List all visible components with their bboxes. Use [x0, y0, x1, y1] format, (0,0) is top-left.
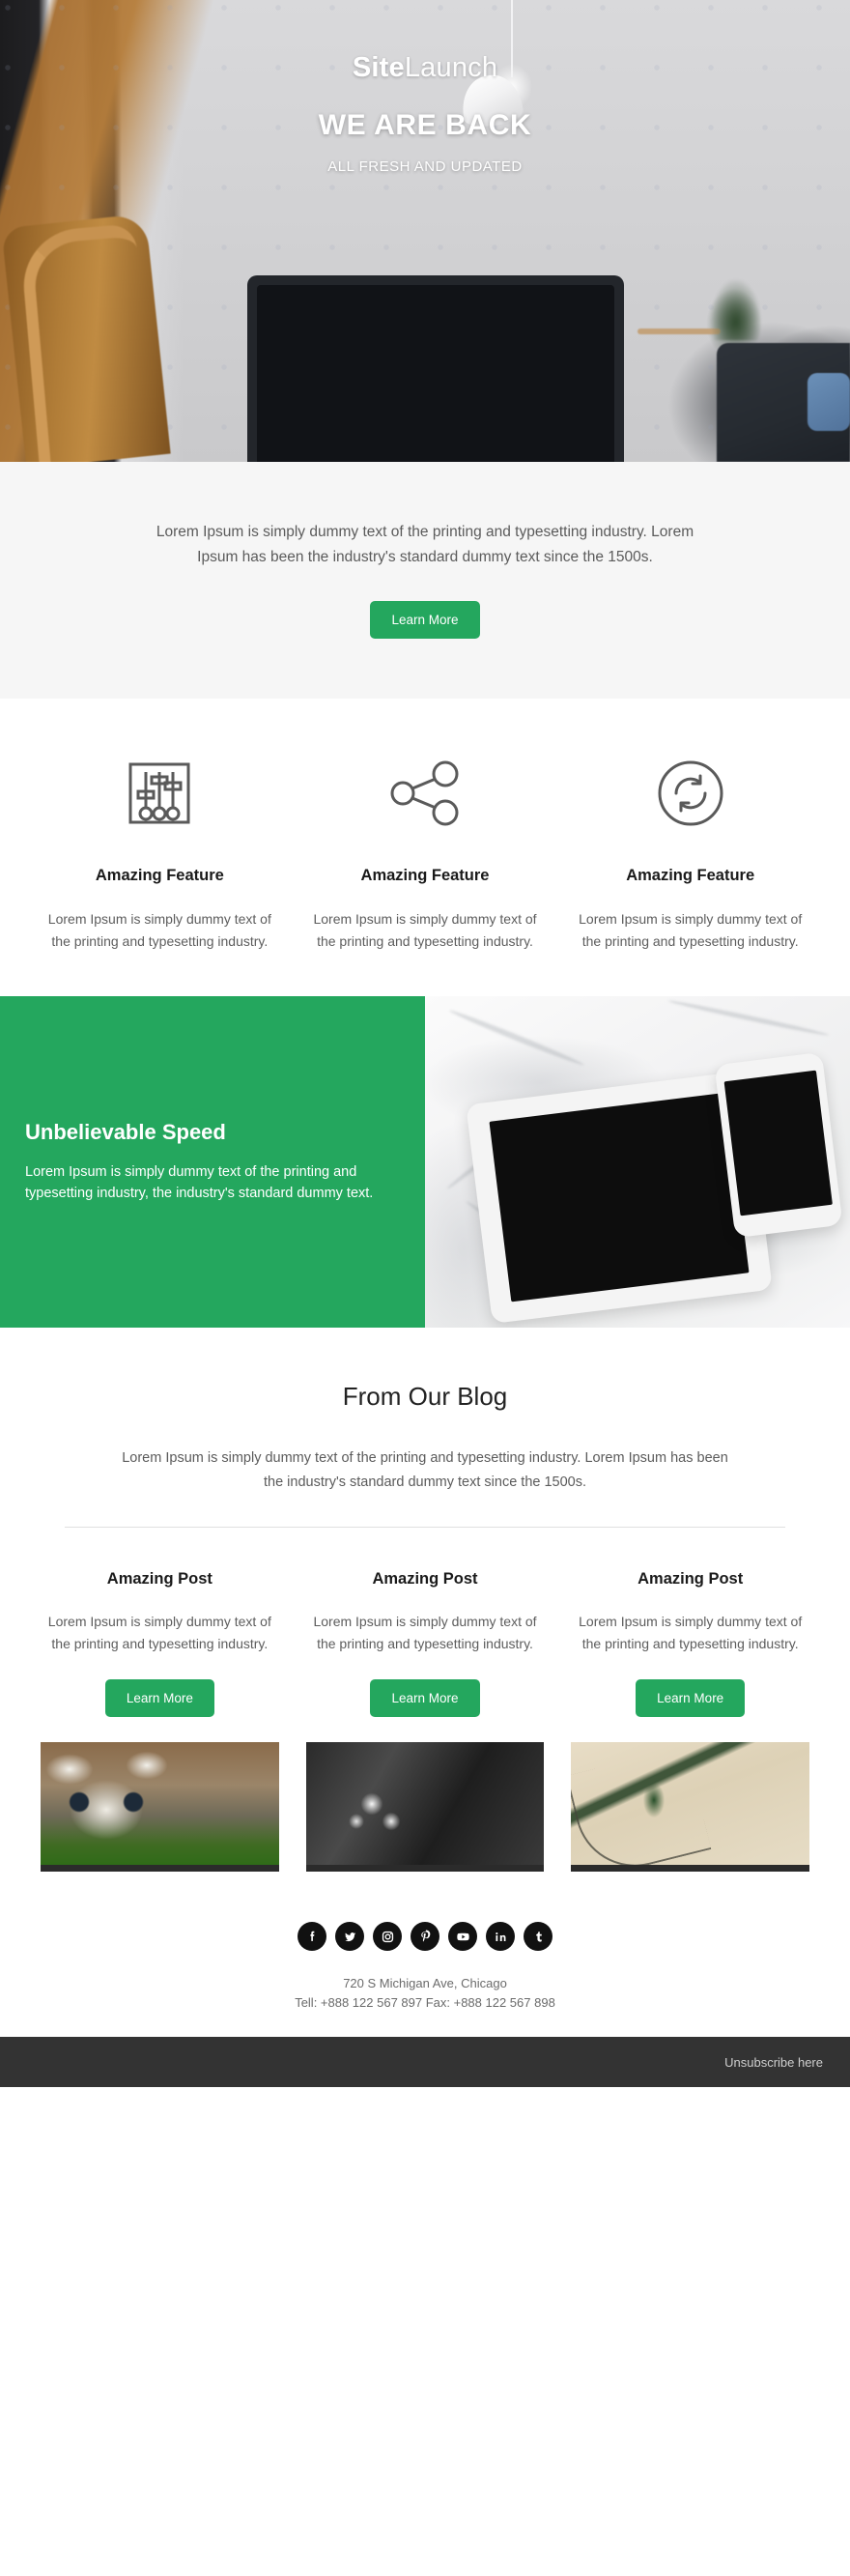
linkedin-icon[interactable]	[486, 1922, 515, 1952]
footer-section: 720 S Michigan Ave, Chicago Tell: +888 1…	[0, 1872, 850, 2038]
bottom-bar: Unsubscribe here	[0, 2037, 850, 2088]
refresh-sync-circle-icon	[571, 749, 809, 838]
blog-post-image-1	[41, 1742, 279, 1873]
blog-post-title-3: Amazing Post	[638, 1570, 744, 1589]
blog-post-image-2	[305, 1742, 545, 1873]
features-section: Amazing Feature Lorem Ipsum is simply du…	[0, 699, 850, 997]
feature-column-1: Amazing Feature Lorem Ipsum is simply du…	[27, 749, 293, 952]
blog-post-text-1: Lorem Ipsum is simply dummy text of the …	[47, 1614, 271, 1651]
hero-headline: WE ARE BACK	[318, 109, 532, 141]
blog-post-title-1: Amazing Post	[106, 1570, 212, 1589]
feature-text-1: Lorem Ipsum is simply dummy text of the …	[47, 911, 271, 949]
intro-paragraph: Lorem Ipsum is simply dummy text of the …	[156, 524, 694, 566]
phone-screen	[723, 1071, 833, 1216]
blog-post-3: Amazing Post Lorem Ipsum is simply dummy…	[557, 1570, 823, 1873]
brand-logo-bold: Site	[352, 52, 405, 83]
blog-post-learn-more-button-1[interactable]: Learn More	[104, 1679, 214, 1718]
intro-section: Lorem Ipsum is simply dummy text of the …	[0, 462, 850, 700]
equalizer-sliders-icon	[41, 749, 279, 838]
blog-post-button-wrap-3: Learn More	[571, 1679, 809, 1718]
brand-logo-light: Launch	[404, 52, 498, 83]
feature-column-2: Amazing Feature Lorem Ipsum is simply du…	[293, 749, 558, 952]
marble-vein	[448, 1008, 585, 1069]
feature-title-1: Amazing Feature	[95, 867, 224, 885]
unsubscribe-link[interactable]: Unsubscribe here	[724, 2055, 823, 2070]
feature-title-3: Amazing Feature	[626, 867, 755, 885]
hero-section: SiteLaunch WE ARE BACK ALL FRESH AND UPD…	[0, 0, 850, 462]
footer-address-line-1: 720 S Michigan Ave, Chicago	[343, 1976, 507, 1991]
feature-title-2: Amazing Feature	[360, 867, 490, 885]
blog-post-learn-more-button-2[interactable]: Learn More	[370, 1679, 480, 1718]
feature-text-2: Lorem Ipsum is simply dummy text of the …	[313, 911, 537, 949]
blog-post-text-2: Lorem Ipsum is simply dummy text of the …	[313, 1614, 537, 1651]
blog-posts-row: Amazing Post Lorem Ipsum is simply dummy…	[0, 1528, 850, 1873]
email-template-page: SiteLaunch WE ARE BACK ALL FRESH AND UPD…	[0, 0, 850, 2576]
hero-subheadline: ALL FRESH AND UPDATED	[327, 158, 523, 175]
marble-vein	[667, 998, 830, 1039]
social-links-row	[0, 1922, 850, 1952]
pinterest-icon[interactable]	[411, 1922, 439, 1952]
blog-post-button-wrap-2: Learn More	[306, 1679, 545, 1718]
phone-device	[714, 1052, 843, 1239]
blog-section: From Our Blog Lorem Ipsum is simply dumm…	[0, 1328, 850, 1873]
brand-logo: SiteLaunch	[0, 52, 850, 84]
blog-post-title-2: Amazing Post	[372, 1570, 478, 1589]
speed-banner-section: Unbelievable Speed Lorem Ipsum is simply…	[0, 996, 850, 1329]
intro-learn-more-button[interactable]: Learn More	[370, 601, 480, 640]
speed-text-panel: Unbelievable Speed Lorem Ipsum is simply…	[0, 996, 425, 1329]
blog-post-1: Amazing Post Lorem Ipsum is simply dummy…	[27, 1570, 293, 1873]
tablet-screen	[489, 1092, 750, 1302]
twitter-icon[interactable]	[335, 1922, 364, 1952]
blog-post-2: Amazing Post Lorem Ipsum is simply dummy…	[293, 1570, 558, 1873]
facebook-icon[interactable]	[298, 1922, 326, 1952]
speed-devices-photo	[425, 996, 850, 1329]
tumblr-icon[interactable]	[524, 1922, 552, 1952]
footer-address-block: 720 S Michigan Ave, Chicago Tell: +888 1…	[0, 1974, 850, 2012]
share-nodes-icon	[306, 749, 545, 838]
footer-address-line-2: Tell: +888 122 567 897 Fax: +888 122 567…	[295, 1994, 555, 2010]
speed-paragraph: Lorem Ipsum is simply dummy text of the …	[25, 1163, 374, 1202]
blog-post-image-3	[571, 1742, 810, 1873]
blog-post-learn-more-button-3[interactable]: Learn More	[636, 1679, 746, 1718]
blog-post-button-wrap-1: Learn More	[41, 1679, 279, 1718]
blog-section-intro: Lorem Ipsum is simply dummy text of the …	[122, 1450, 728, 1490]
speed-title: Unbelievable Speed	[25, 1119, 226, 1144]
youtube-icon[interactable]	[448, 1922, 477, 1952]
instagram-icon[interactable]	[373, 1922, 402, 1952]
feature-column-3: Amazing Feature Lorem Ipsum is simply du…	[557, 749, 823, 952]
blog-section-title: From Our Blog	[342, 1382, 508, 1412]
blog-post-text-3: Lorem Ipsum is simply dummy text of the …	[579, 1614, 803, 1651]
feature-text-3: Lorem Ipsum is simply dummy text of the …	[579, 911, 803, 949]
hero-text-overlay: SiteLaunch WE ARE BACK ALL FRESH AND UPD…	[0, 0, 850, 462]
